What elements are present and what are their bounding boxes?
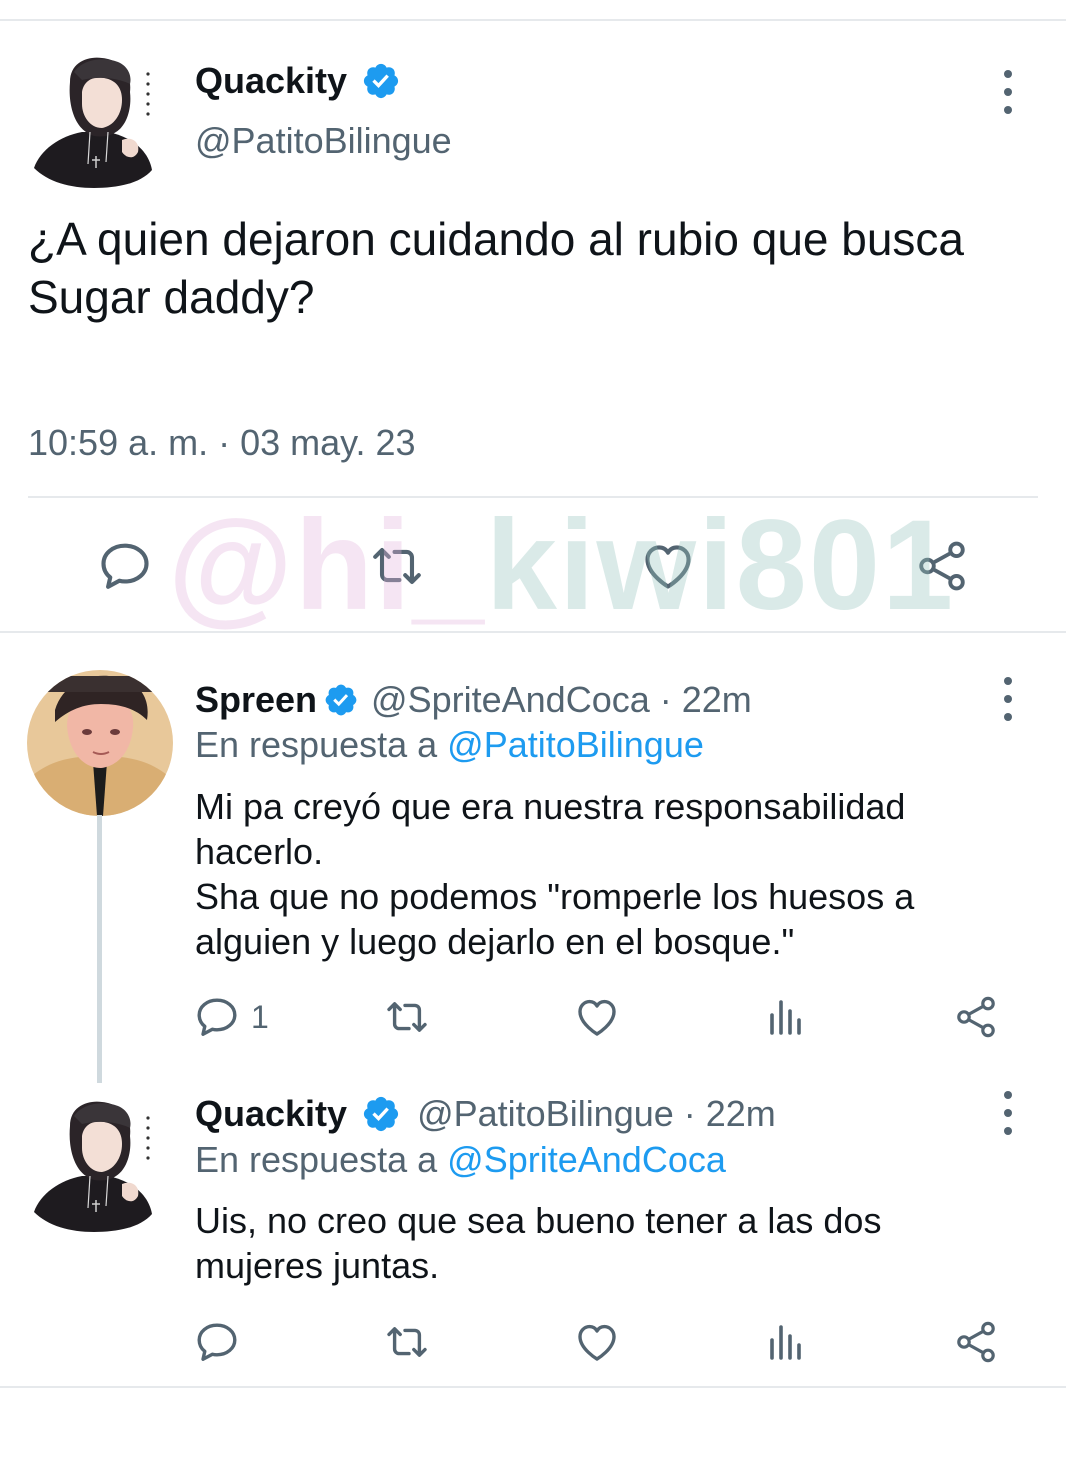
- reply-count: 1: [251, 998, 269, 1035]
- reply-author-name[interactable]: Quackity: [195, 1093, 347, 1135]
- reply-text: Mi pa creyó que era nuestra responsabili…: [195, 784, 1025, 964]
- retweet-icon: [381, 1318, 433, 1366]
- reply-text: Uis, no creo que sea bueno tener a las d…: [195, 1198, 1025, 1288]
- watermark: @hi_kiwi801: [168, 492, 955, 639]
- reply-retweet-button[interactable]: [381, 993, 433, 1041]
- section-divider: [0, 631, 1066, 633]
- share-icon: [912, 537, 972, 595]
- thread-line: [97, 815, 102, 1083]
- verified-badge-icon: [361, 1094, 401, 1134]
- like-icon: [638, 537, 698, 595]
- quackity-avatar[interactable]: [30, 1096, 164, 1234]
- spreen-avatar[interactable]: [27, 670, 173, 816]
- share-icon: [952, 993, 1000, 1041]
- reply-views-button[interactable]: [763, 1318, 811, 1366]
- main-author-row: Quackity: [195, 58, 401, 104]
- watermark-part: @hi_: [168, 494, 486, 637]
- reply-header: Spreen @SpriteAndCoca · 22m: [195, 677, 752, 723]
- retweet-icon: [366, 537, 428, 595]
- main-retweet-button[interactable]: [366, 537, 428, 595]
- watermark-part: kiwi801: [485, 494, 956, 637]
- views-icon: [763, 1318, 811, 1366]
- main-share-button[interactable]: [912, 537, 972, 595]
- reply-share-button[interactable]: [952, 1318, 1000, 1366]
- like-icon: [573, 993, 621, 1041]
- reply-to-mention[interactable]: @SpriteAndCoca: [447, 1139, 726, 1180]
- reply-text-line: alguien y luego dejarlo en el bosque.": [195, 921, 795, 962]
- reply-author-name[interactable]: Spreen: [195, 679, 317, 721]
- reply-like-button[interactable]: [573, 1318, 621, 1366]
- main-author-handle[interactable]: @PatitoBilingue: [195, 120, 452, 162]
- bottom-divider: [0, 1386, 1066, 1388]
- main-tweet-text-line: Sugar daddy?: [28, 271, 315, 323]
- reply-reply-button[interactable]: 1: [193, 993, 269, 1041]
- reply-like-button[interactable]: [573, 993, 621, 1041]
- reply-retweet-button[interactable]: [381, 1318, 433, 1366]
- views-icon: [763, 993, 811, 1041]
- more-options-icon[interactable]: [993, 677, 1023, 721]
- reply-text-line: Mi pa creyó que era nuestra responsabili…: [195, 786, 906, 827]
- reply-to-line: En respuesta a @PatitoBilingue: [195, 724, 704, 766]
- main-tweet-timestamp[interactable]: 10:59 a. m. · 03 may. 23: [28, 422, 416, 464]
- more-options-icon[interactable]: [993, 70, 1023, 114]
- main-reply-button[interactable]: [96, 537, 154, 595]
- reply-text-line: hacerlo.: [195, 831, 324, 872]
- reply-text-line: mujeres juntas.: [195, 1245, 440, 1286]
- main-like-button[interactable]: [638, 537, 698, 595]
- verified-badge-icon: [323, 682, 359, 718]
- main-tweet-text: ¿A quien dejaron cuidando al rubio que b…: [28, 210, 1048, 326]
- reply-icon: [193, 1318, 241, 1366]
- main-divider: [28, 496, 1038, 498]
- top-divider: [0, 19, 1066, 21]
- more-options-icon[interactable]: [993, 1091, 1023, 1135]
- reply-icon: [96, 537, 154, 595]
- share-icon: [952, 1318, 1000, 1366]
- reply-to-prefix: En respuesta a: [195, 724, 448, 765]
- main-tweet-text-line: ¿A quien dejaron cuidando al rubio que b…: [28, 213, 965, 265]
- reply-reply-button[interactable]: [193, 1318, 241, 1366]
- main-author-name[interactable]: Quackity: [195, 60, 347, 102]
- reply-to-prefix: En respuesta a: [195, 1139, 448, 1180]
- reply-share-button[interactable]: [952, 993, 1000, 1041]
- verified-badge-icon: [361, 61, 401, 101]
- reply-handle-time[interactable]: @PatitoBilingue · 22m: [417, 1093, 776, 1135]
- reply-text-line: Uis, no creo que sea bueno tener a las d…: [195, 1200, 882, 1241]
- reply-handle-time[interactable]: @SpriteAndCoca · 22m: [371, 679, 752, 721]
- reply-views-button[interactable]: [763, 993, 811, 1041]
- reply-to-mention[interactable]: @PatitoBilingue: [447, 724, 704, 765]
- retweet-icon: [381, 993, 433, 1041]
- like-icon: [573, 1318, 621, 1366]
- reply-icon: [193, 993, 241, 1041]
- quackity-avatar[interactable]: [30, 52, 164, 190]
- reply-header: Quackity @PatitoBilingue · 22m: [195, 1091, 776, 1137]
- reply-text-line: Sha que no podemos "romperle los huesos …: [195, 876, 915, 917]
- reply-to-line: En respuesta a @SpriteAndCoca: [195, 1139, 726, 1181]
